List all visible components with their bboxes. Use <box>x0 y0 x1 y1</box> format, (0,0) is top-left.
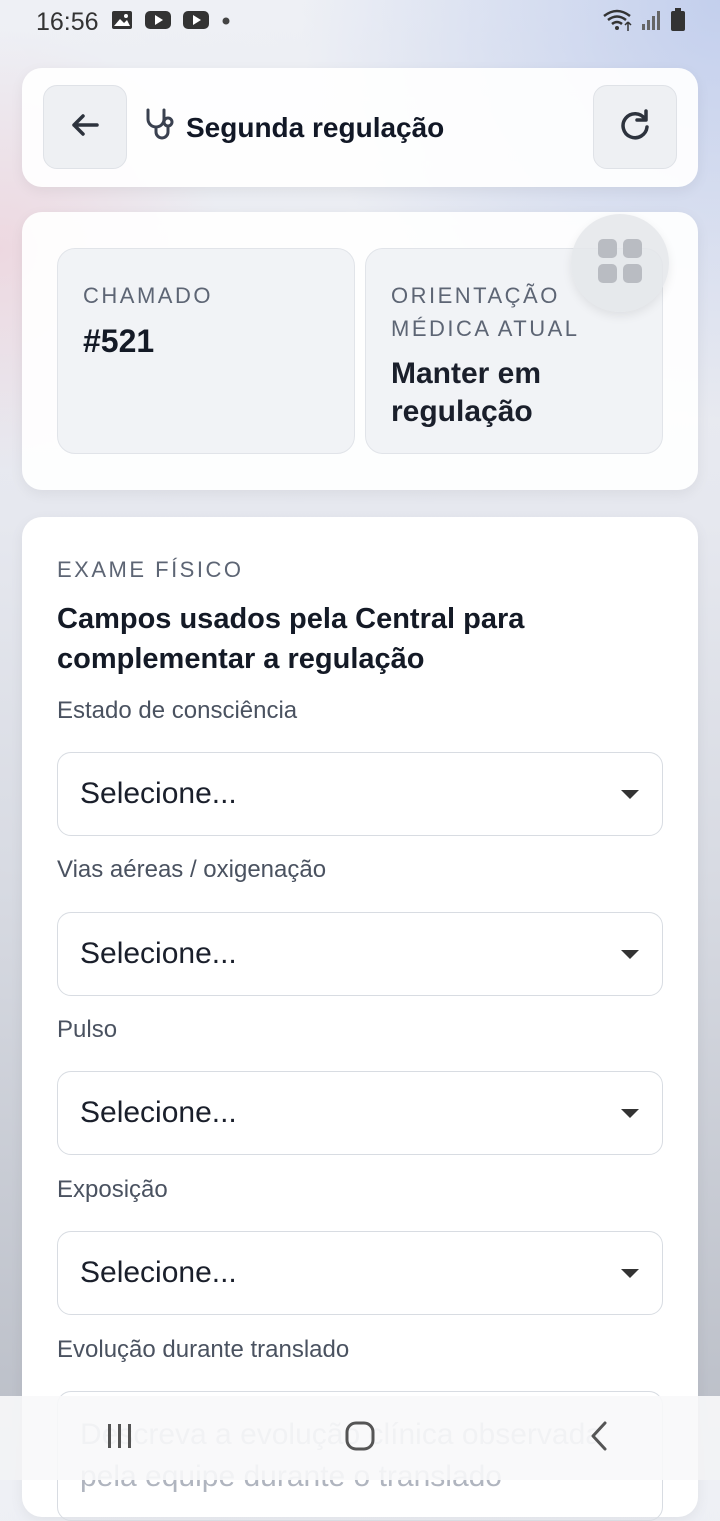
status-left: 16:56 <box>36 8 231 37</box>
select-consciencia[interactable]: Selecione... <box>57 752 663 836</box>
home-button[interactable] <box>320 1396 400 1480</box>
chevron-down-icon <box>621 1268 639 1278</box>
field-label-pulso: Pulso <box>57 1016 118 1043</box>
select-vias-aereas[interactable]: Selecione... <box>57 912 663 996</box>
recent-apps-icon <box>105 1422 135 1455</box>
chamado-tile: CHAMADO #521 <box>57 248 355 454</box>
select-value: Selecione... <box>80 937 237 970</box>
info-card: CHAMADO #521 ORIENTAÇÃO MÉDICA ATUAL Man… <box>22 212 698 490</box>
select-value: Selecione... <box>80 1096 237 1129</box>
chamado-value: #521 <box>83 323 155 359</box>
battery-icon <box>670 7 686 37</box>
section-title: Campos usados pela Central para compleme… <box>57 603 525 675</box>
stethoscope-icon <box>144 107 178 148</box>
field-label-vias-aereas: Vias aéreas / oxigenação <box>57 856 327 883</box>
wifi-icon <box>602 8 632 37</box>
header-title-group: Segunda regulação <box>144 68 444 187</box>
chevron-down-icon <box>621 789 639 799</box>
select-exposicao[interactable]: Selecione... <box>57 1231 663 1315</box>
grid-menu-button[interactable] <box>571 214 669 312</box>
youtube-icon <box>144 10 171 35</box>
field-label-evolucao: Evolução durante translado <box>57 1336 350 1363</box>
orientacao-value: Manter em regulação <box>391 357 542 428</box>
back-icon <box>588 1420 612 1457</box>
arrow-left-icon <box>67 107 103 148</box>
field-label-consciencia: Estado de consciência <box>57 697 298 724</box>
status-time: 16:56 <box>36 7 99 36</box>
select-value: Selecione... <box>80 777 237 810</box>
chevron-down-icon <box>621 1108 639 1118</box>
youtube-icon <box>182 10 209 35</box>
select-pulso[interactable]: Selecione... <box>57 1071 663 1155</box>
signal-icon <box>640 9 662 36</box>
image-icon <box>111 10 133 35</box>
status-bar: 16:56 <box>0 0 720 44</box>
header-card: Segunda regulação <box>22 68 698 187</box>
refresh-icon <box>617 107 653 148</box>
recent-apps-button[interactable] <box>80 1396 160 1480</box>
chamado-label: CHAMADO <box>83 283 213 308</box>
refresh-button[interactable] <box>593 85 677 169</box>
back-nav-button[interactable] <box>560 1396 640 1480</box>
home-icon <box>344 1420 376 1457</box>
grid-icon <box>597 238 643 289</box>
status-right <box>602 7 686 37</box>
section-label: EXAME FÍSICO <box>57 557 244 582</box>
field-label-exposicao: Exposição <box>57 1176 168 1203</box>
dot-icon <box>221 13 231 31</box>
physical-exam-card: EXAME FÍSICO Campos usados pela Central … <box>22 517 698 1521</box>
page-title: Segunda regulação <box>186 111 445 143</box>
chevron-down-icon <box>621 949 639 959</box>
select-value: Selecione... <box>80 1256 237 1289</box>
system-nav-bar <box>0 1396 720 1480</box>
back-button[interactable] <box>43 85 127 169</box>
